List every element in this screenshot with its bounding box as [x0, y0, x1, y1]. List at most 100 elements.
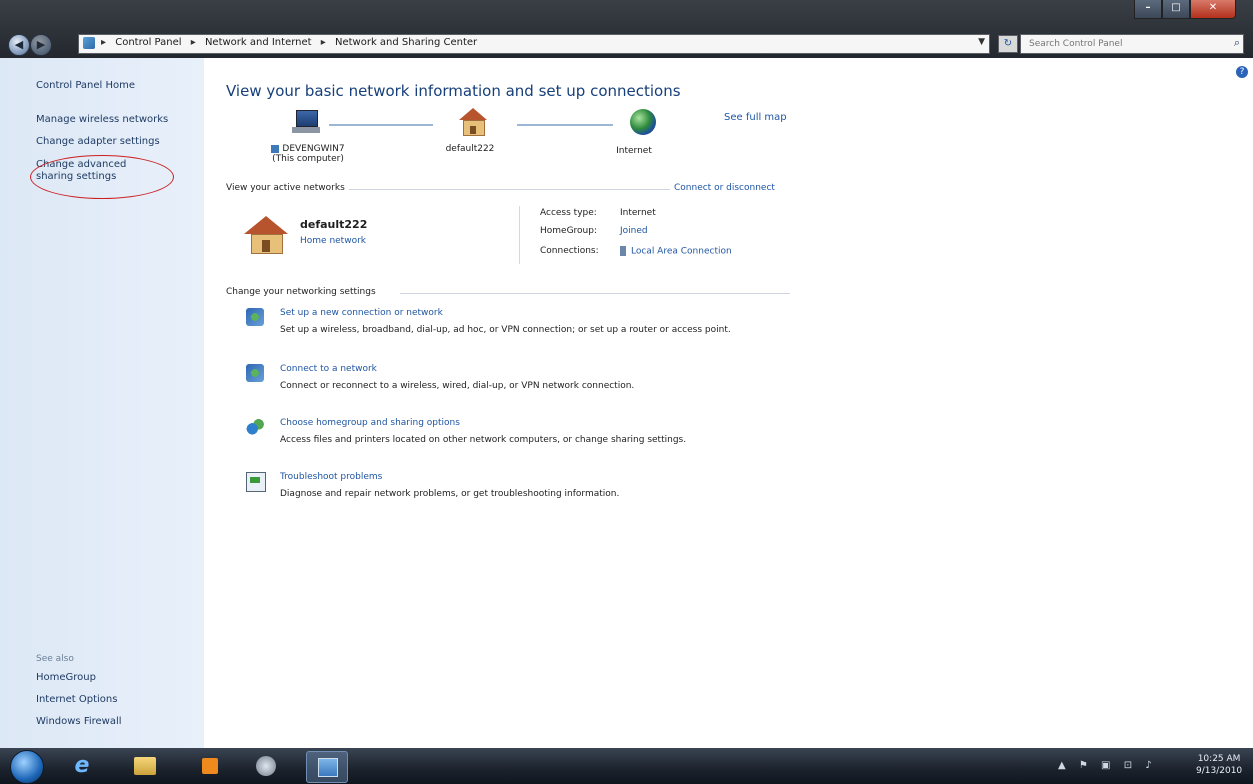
- internet-label: Internet: [616, 146, 652, 156]
- close-icon: ✕: [1208, 2, 1218, 13]
- network-label: default222: [445, 144, 495, 154]
- breadcrumb-separator-icon: ▸: [101, 37, 107, 48]
- clock[interactable]: 10:25 AM 9/13/2010: [1196, 753, 1242, 777]
- refresh-icon: ↻: [1003, 38, 1013, 49]
- network-type-link[interactable]: Home network: [300, 236, 366, 246]
- home-network-icon: [244, 216, 288, 254]
- system-tray: ▲ ⚑ ▣ ⊡ ♪: [1058, 760, 1162, 771]
- breadcrumb-control-panel[interactable]: Control Panel: [115, 37, 181, 48]
- connect-or-disconnect-link[interactable]: Connect or disconnect: [674, 183, 775, 193]
- taskbar-control-panel[interactable]: [306, 751, 348, 783]
- breadcrumb-network-sharing-center[interactable]: Network and Sharing Center: [335, 37, 477, 48]
- search-icon[interactable]: ⌕: [1234, 36, 1240, 50]
- task-description: Set up a wireless, broadband, dial-up, a…: [280, 325, 731, 335]
- troubleshoot-problems-link[interactable]: Troubleshoot problems: [280, 472, 382, 482]
- minimize-icon: –: [1145, 2, 1151, 13]
- window-title-bar: – □ ✕ ◀ ▶ ▸ Control Panel ▸ Network and …: [0, 0, 1253, 58]
- taskbar-media-center[interactable]: [246, 751, 286, 781]
- setup-new-connection-link[interactable]: Set up a new connection or network: [280, 308, 443, 318]
- clock-time: 10:25 AM: [1197, 754, 1241, 764]
- computer-name: DEVENGWIN7: [282, 144, 345, 154]
- homegroup-icon: [246, 418, 264, 436]
- local-area-connection-link[interactable]: Local Area Connection: [620, 246, 732, 257]
- page-title: View your basic network information and …: [226, 82, 681, 100]
- computer-sub-label: (This computer): [272, 154, 344, 164]
- divider: [400, 293, 790, 294]
- troubleshoot-icon: [246, 472, 266, 492]
- forward-arrow-icon: ▶: [36, 38, 46, 51]
- highlight-circle-annotation: [30, 155, 174, 199]
- see-also-title: See also: [36, 654, 74, 664]
- back-arrow-icon: ◀: [14, 38, 24, 51]
- access-type-value: Internet: [620, 208, 656, 218]
- task-description: Access files and printers located on oth…: [280, 435, 687, 445]
- connect-network-icon: [246, 364, 264, 382]
- forward-button[interactable]: ▶: [30, 34, 52, 56]
- control-panel-icon: [83, 37, 95, 49]
- device-icon[interactable]: ▣: [1101, 760, 1110, 771]
- homegroup-link[interactable]: HomeGroup: [36, 672, 96, 684]
- change-adapter-settings-link[interactable]: Change adapter settings: [36, 136, 160, 148]
- homegroup-label: HomeGroup:: [540, 226, 598, 236]
- homegroup-sharing-options-link[interactable]: Choose homegroup and sharing options: [280, 418, 460, 428]
- connections-label: Connections:: [540, 246, 599, 256]
- divider: [332, 189, 670, 190]
- close-button[interactable]: ✕: [1190, 0, 1236, 19]
- window-controls: – □ ✕: [1134, 0, 1236, 20]
- volume-icon[interactable]: ♪: [1145, 760, 1151, 771]
- breadcrumb-network-internet[interactable]: Network and Internet: [205, 37, 312, 48]
- connect-to-network-link[interactable]: Connect to a network: [280, 364, 377, 374]
- computer-label: DEVENGWIN7 (This computer): [258, 144, 358, 164]
- internet-globe-icon[interactable]: [628, 108, 658, 136]
- sidebar: Control Panel Home Manage wireless netwo…: [0, 58, 204, 748]
- address-row: ◀ ▶ ▸ Control Panel ▸ Network and Intern…: [0, 33, 1253, 56]
- task-description: Connect or reconnect to a wireless, wire…: [280, 381, 635, 391]
- local-area-connection-text: Local Area Connection: [631, 246, 732, 257]
- taskbar-windows-explorer[interactable]: [124, 751, 164, 781]
- homegroup-joined-link[interactable]: Joined: [620, 226, 648, 236]
- folder-icon: [134, 757, 156, 775]
- search-box[interactable]: ⌕: [1020, 34, 1244, 54]
- map-connection-line: [517, 124, 613, 126]
- taskbar-media-player[interactable]: [190, 751, 230, 781]
- show-hidden-icons-icon[interactable]: ▲: [1058, 760, 1066, 771]
- manage-wireless-networks-link[interactable]: Manage wireless networks: [36, 114, 168, 126]
- computer-icon[interactable]: [290, 108, 320, 136]
- media-center-icon: [256, 756, 276, 776]
- breadcrumb: ▸ Control Panel ▸ Network and Internet ▸…: [101, 37, 483, 48]
- active-networks-title: View your active networks: [226, 183, 349, 193]
- network-tray-icon[interactable]: ⊡: [1124, 760, 1132, 771]
- minimize-button[interactable]: –: [1134, 0, 1162, 19]
- home-network-icon[interactable]: [458, 108, 488, 136]
- windows-firewall-link[interactable]: Windows Firewall: [36, 716, 122, 728]
- taskbar: e ▲ ⚑ ▣ ⊡ ♪ 10:25 AM 9/13/2010: [0, 748, 1253, 784]
- new-connection-icon: [246, 308, 264, 326]
- media-player-icon: [202, 758, 218, 774]
- control-panel-home-link[interactable]: Control Panel Home: [36, 80, 135, 92]
- internet-options-link[interactable]: Internet Options: [36, 694, 117, 706]
- taskbar-internet-explorer[interactable]: e: [62, 751, 102, 781]
- internet-explorer-icon: e: [74, 753, 90, 778]
- divider: [519, 206, 520, 264]
- maximize-button[interactable]: □: [1162, 0, 1190, 19]
- map-connection-line: [329, 124, 433, 126]
- start-button[interactable]: [10, 750, 44, 784]
- search-input[interactable]: [1027, 35, 1221, 53]
- back-button[interactable]: ◀: [8, 34, 30, 56]
- active-network-name: default222: [300, 218, 368, 231]
- see-full-map-link[interactable]: See full map: [724, 112, 787, 123]
- action-center-flag-icon[interactable]: ⚑: [1079, 760, 1088, 771]
- clock-date: 9/13/2010: [1196, 766, 1243, 776]
- network-icon: [271, 144, 280, 153]
- ethernet-icon: [620, 246, 626, 256]
- address-dropdown-icon[interactable]: ▼: [978, 37, 985, 47]
- access-type-label: Access type:: [540, 208, 597, 218]
- maximize-icon: □: [1171, 2, 1181, 13]
- change-settings-title: Change your networking settings: [226, 287, 380, 297]
- refresh-button[interactable]: ↻: [998, 35, 1018, 53]
- breadcrumb-separator-icon: ▸: [190, 37, 196, 48]
- task-description: Diagnose and repair network problems, or…: [280, 489, 620, 499]
- address-bar[interactable]: ▸ Control Panel ▸ Network and Internet ▸…: [78, 34, 990, 54]
- breadcrumb-separator-icon: ▸: [320, 37, 326, 48]
- control-panel-icon: [318, 758, 338, 777]
